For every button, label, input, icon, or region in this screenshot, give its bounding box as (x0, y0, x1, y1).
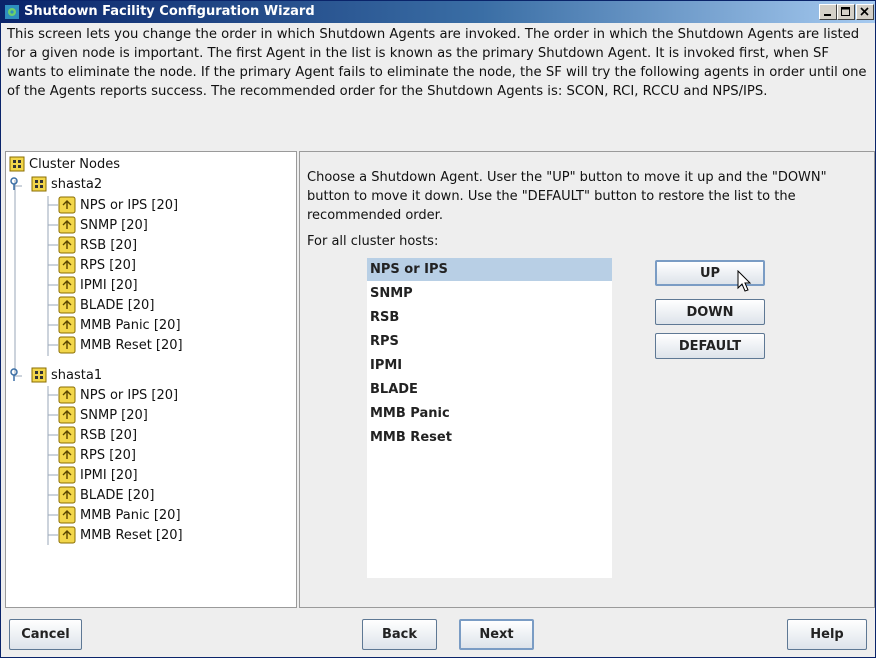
expand-toggle-icon (10, 368, 18, 381)
window-title: Shutdown Facility Configuration Wizard (24, 4, 315, 19)
agent-list-item[interactable]: NPS or IPS (367, 258, 612, 281)
agent-list-item[interactable]: RSB (367, 306, 612, 329)
agent-icon (58, 236, 76, 254)
agent-icon (58, 466, 76, 484)
tree-node-label: shasta2 (51, 176, 103, 192)
tree-node-label: shasta1 (51, 367, 103, 383)
tree-root-label: Cluster Nodes (29, 156, 120, 172)
tree-node-shasta1[interactable]: shasta1 (9, 365, 102, 385)
tree-agent-item[interactable]: NPS or IPS [20] (58, 385, 178, 405)
agent-icon (58, 256, 76, 274)
agent-icon (58, 506, 76, 524)
app-icon (5, 5, 19, 19)
cancel-button[interactable]: Cancel (9, 619, 82, 650)
agent-list[interactable]: NPS or IPS SNMP RSB RPS IPMI BLADE MMB Panic MM… (367, 258, 612, 578)
mouse-cursor-icon (737, 270, 752, 292)
for-all-label: For all cluster hosts: (307, 234, 439, 249)
agent-icon (58, 526, 76, 544)
minimize-icon (824, 14, 831, 16)
agent-list-item[interactable]: SNMP (367, 282, 612, 305)
tree-agent-item[interactable]: MMB Panic [20] (58, 505, 181, 525)
agent-icon (58, 426, 76, 444)
agent-order-panel: Choose a Shutdown Agent. User the "UP" b… (299, 151, 875, 608)
tree-agent-label: SNMP [20] (80, 407, 148, 423)
agent-icon (58, 446, 76, 464)
tree-agent-item[interactable]: BLADE [20] (58, 485, 154, 505)
tree-agent-label: IPMI [20] (80, 277, 138, 293)
tree-agent-label: IPMI [20] (80, 467, 138, 483)
tree-agent-label: NPS or IPS [20] (80, 197, 179, 213)
tree-agent-label: MMB Panic [20] (80, 507, 181, 523)
expand-toggle-icon (10, 177, 18, 190)
tree-agent-item[interactable]: MMB Reset [20] (58, 525, 183, 545)
maximize-icon (841, 7, 850, 16)
instructions-text: Choose a Shutdown Agent. User the "UP" b… (307, 170, 827, 223)
tree-agent-item[interactable]: IPMI [20] (58, 275, 138, 295)
default-button[interactable]: DEFAULT (655, 333, 765, 359)
agent-icon (58, 316, 76, 334)
agent-list-item[interactable]: BLADE (367, 378, 612, 401)
maximize-button[interactable] (837, 4, 855, 20)
tree-agent-item[interactable]: RSB [20] (58, 235, 137, 255)
minimize-button[interactable] (819, 4, 837, 20)
agent-icon (58, 216, 76, 234)
cluster-icon (9, 156, 25, 172)
help-button[interactable]: Help (787, 619, 867, 650)
close-button[interactable] (856, 4, 874, 20)
tree-agent-label: RPS [20] (80, 257, 136, 273)
tree-root[interactable]: Cluster Nodes (9, 154, 120, 174)
next-button[interactable]: Next (459, 619, 534, 650)
tree-agent-item[interactable]: MMB Panic [20] (58, 315, 181, 335)
down-button[interactable]: DOWN (655, 299, 765, 325)
wizard-window: Shutdown Facility Configuration Wizard T… (0, 0, 876, 658)
tree-agent-item[interactable]: SNMP [20] (58, 215, 148, 235)
agent-list-item[interactable]: RPS (367, 330, 612, 353)
agent-icon (58, 336, 76, 354)
back-button[interactable]: Back (362, 619, 437, 650)
agent-list-item[interactable]: IPMI (367, 354, 612, 377)
node-icon (31, 367, 47, 383)
tree-agent-label: SNMP [20] (80, 217, 148, 233)
agent-icon (58, 386, 76, 404)
tree-agent-item[interactable]: SNMP [20] (58, 405, 148, 425)
cluster-tree[interactable]: Cluster Nodes shasta2 NPS or IPS [20] SNM… (5, 151, 297, 608)
agent-icon (58, 296, 76, 314)
agent-icon (58, 486, 76, 504)
tree-agent-item[interactable]: BLADE [20] (58, 295, 154, 315)
agent-list-item[interactable]: MMB Panic (367, 402, 612, 425)
agent-icon (58, 406, 76, 424)
tree-agent-label: MMB Reset [20] (80, 337, 183, 353)
description-text: This screen lets you change the order in… (7, 27, 867, 99)
tree-agent-label: MMB Panic [20] (80, 317, 181, 333)
tree-agent-item[interactable]: IPMI [20] (58, 465, 138, 485)
tree-node-shasta2[interactable]: shasta2 (9, 174, 102, 194)
tree-agent-item[interactable]: RSB [20] (58, 425, 137, 445)
close-icon (860, 7, 869, 16)
tree-agent-label: NPS or IPS [20] (80, 387, 179, 403)
tree-agent-label: BLADE [20] (80, 297, 155, 313)
tree-agent-item[interactable]: MMB Reset [20] (58, 335, 183, 355)
agent-icon (58, 276, 76, 294)
tree-agent-label: RPS [20] (80, 447, 136, 463)
tree-agent-label: MMB Reset [20] (80, 527, 183, 543)
tree-agent-label: RSB [20] (80, 427, 138, 443)
agent-icon (58, 196, 76, 214)
tree-agent-label: BLADE [20] (80, 487, 155, 503)
tree-agent-item[interactable]: NPS or IPS [20] (58, 195, 178, 215)
tree-agent-item[interactable]: RPS [20] (58, 255, 136, 275)
node-icon (31, 176, 47, 192)
tree-agent-item[interactable]: RPS [20] (58, 445, 136, 465)
tree-agent-label: RSB [20] (80, 237, 138, 253)
agent-list-item[interactable]: MMB Reset (367, 426, 612, 449)
title-bar[interactable]: Shutdown Facility Configuration Wizard (1, 1, 875, 23)
